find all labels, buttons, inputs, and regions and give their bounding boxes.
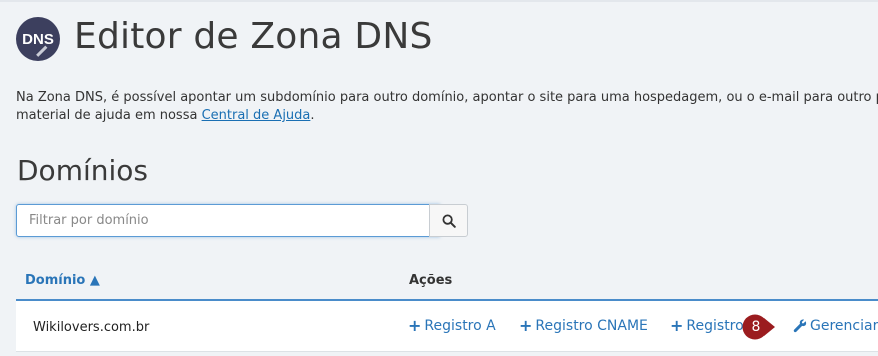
add-record-label: Registro <box>686 318 744 334</box>
manage-button[interactable]: Gerenciar <box>793 318 878 334</box>
add-cname-record-button[interactable]: + Registro CNAME <box>519 316 648 335</box>
plus-icon: + <box>408 316 422 335</box>
search-icon <box>442 214 456 228</box>
page-title: Editor de Zona DNS <box>74 16 433 57</box>
intro-line-2-suffix: . <box>310 108 315 123</box>
top-border <box>0 0 878 2</box>
add-record-button[interactable]: + Registro <box>670 316 744 335</box>
add-cname-record-label: Registro CNAME <box>535 318 648 334</box>
add-a-record-button[interactable]: + Registro A <box>408 316 496 335</box>
add-a-record-label: Registro A <box>424 318 496 334</box>
dns-logo: DNS <box>16 17 62 63</box>
step-number: 8 <box>751 319 761 335</box>
section-title-domains: Domínios <box>17 154 148 187</box>
plus-icon: + <box>519 316 533 335</box>
search-button[interactable] <box>429 204 468 237</box>
column-header-actions: Ações <box>409 273 453 288</box>
help-center-link[interactable]: Central de Ajuda <box>202 108 311 123</box>
manage-label: Gerenciar <box>810 318 878 334</box>
domain-cell: Wikilovers.com.br <box>33 320 150 335</box>
intro-line-2-prefix: material de ajuda em nossa <box>16 108 202 123</box>
intro-text: Na Zona DNS, é possível apontar um subdo… <box>16 89 878 125</box>
logo-text: DNS <box>22 31 54 48</box>
wrench-icon <box>793 319 807 333</box>
domain-filter-input[interactable] <box>16 204 440 237</box>
column-header-domain[interactable]: Domínio ▲ <box>25 273 100 288</box>
intro-line-2: material de ajuda em nossa Central de Aj… <box>16 107 878 125</box>
step-marker: 8 <box>742 312 776 342</box>
intro-line-1: Na Zona DNS, é possível apontar um subdo… <box>16 90 878 105</box>
plus-icon: + <box>670 316 684 335</box>
